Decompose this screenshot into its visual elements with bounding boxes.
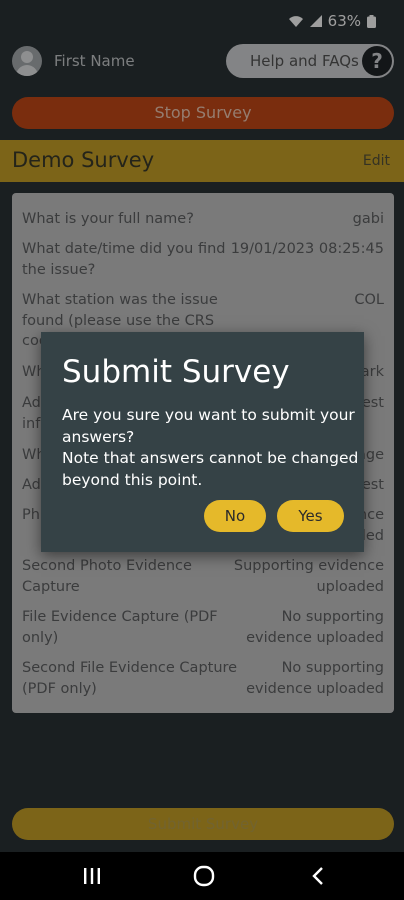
dialog-title: Submit Survey: [62, 354, 290, 390]
dialog-message-line: answers?: [62, 427, 135, 446]
dialog-message: Are you sure you want to submit your ans…: [62, 405, 359, 491]
submit-confirm-dialog: Submit Survey Are you sure you want to s…: [41, 332, 364, 552]
dialog-message-line: Are you sure you want to submit your: [62, 406, 355, 424]
dialog-message-line: beyond this point.: [62, 470, 203, 489]
back-icon[interactable]: [306, 864, 330, 888]
recent-apps-icon[interactable]: [80, 864, 104, 888]
yes-button[interactable]: Yes: [277, 500, 344, 532]
dialog-message-line: Note that answers cannot be changed: [62, 449, 359, 467]
nav-bar: [0, 852, 404, 900]
home-icon[interactable]: [190, 864, 218, 888]
no-button[interactable]: No: [204, 500, 266, 532]
